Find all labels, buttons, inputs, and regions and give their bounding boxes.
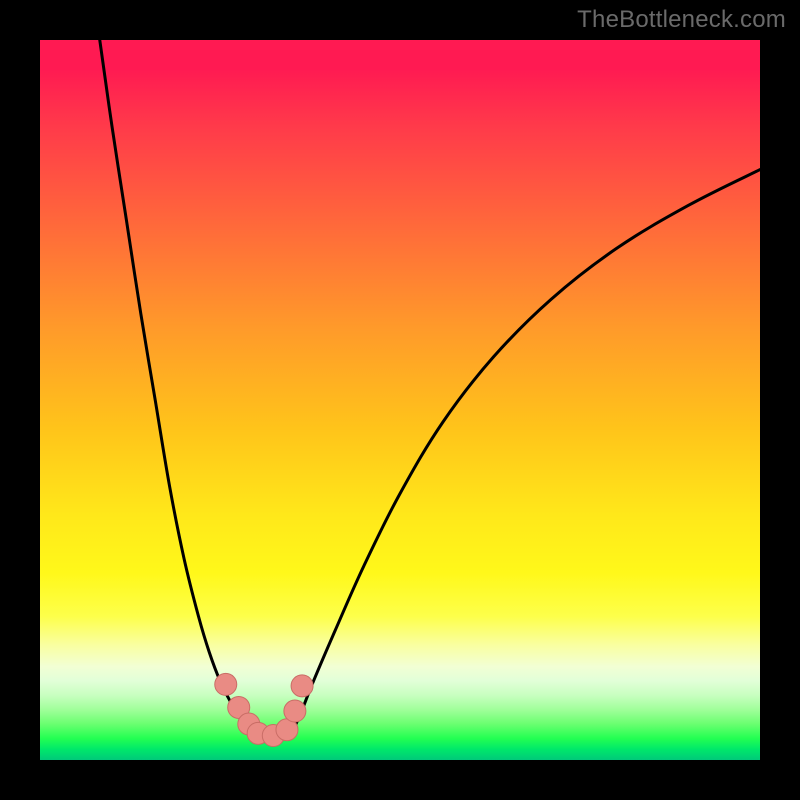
valley-markers — [215, 673, 313, 746]
watermark-text: TheBottleneck.com — [577, 6, 786, 34]
plot-area — [40, 40, 760, 760]
valley-marker — [215, 673, 237, 695]
bottleneck-curve — [100, 40, 760, 737]
valley-marker — [284, 700, 306, 722]
valley-marker — [291, 675, 313, 697]
curve-path — [100, 40, 760, 737]
chart-frame: TheBottleneck.com — [0, 0, 800, 800]
curve-layer — [40, 40, 760, 760]
